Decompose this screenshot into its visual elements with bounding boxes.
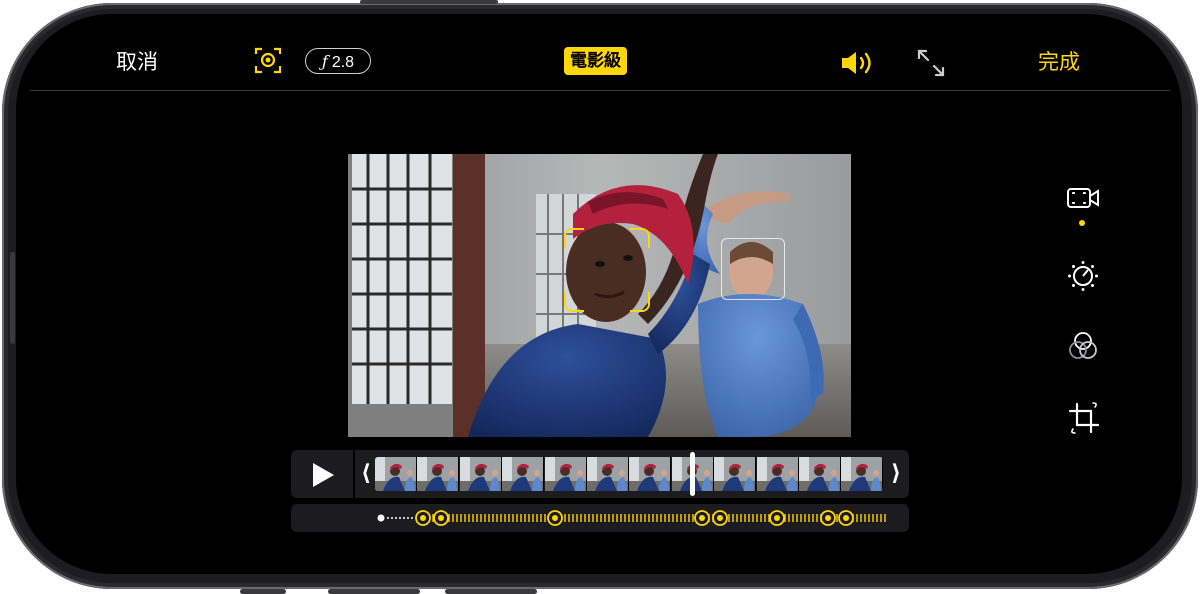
- filmstrip-frame: [375, 457, 417, 491]
- filmstrip-frame: [714, 457, 757, 491]
- focus-points-svg: [377, 510, 886, 526]
- filmstrip-frame: [587, 457, 629, 491]
- cancel-button[interactable]: 取消: [116, 46, 158, 76]
- play-button[interactable]: [291, 450, 355, 498]
- expand-icon[interactable]: [916, 48, 946, 78]
- aperture-symbol: ƒ: [321, 52, 328, 71]
- focus-dot: [391, 517, 393, 519]
- filters-icon[interactable]: [1067, 330, 1099, 362]
- focus-point-center: [825, 515, 831, 521]
- filmstrip-frame: [756, 457, 799, 491]
- screen: 取消 ƒ 2.8 電影級 完成 ⟨ ⟩: [16, 14, 1182, 574]
- done-button[interactable]: 完成: [1038, 46, 1080, 76]
- aperture-button[interactable]: ƒ 2.8: [305, 48, 371, 74]
- filmstrip-frame: [459, 457, 502, 491]
- filmstrip-frame: [544, 457, 587, 491]
- focus-dot: [395, 517, 397, 519]
- focus-point-center: [843, 515, 849, 521]
- focus-dot: [399, 517, 401, 519]
- video-preview[interactable]: [348, 154, 851, 437]
- focus-point-center: [717, 515, 723, 521]
- bottom-button-2: [328, 589, 420, 594]
- toolbar-divider: [30, 90, 1170, 91]
- crop-rotate-icon[interactable]: [1068, 402, 1100, 434]
- aperture-value: 2.8: [331, 54, 355, 71]
- filmstrip-frame: [841, 457, 883, 491]
- secondary-face-tracker[interactable]: [721, 238, 785, 300]
- filmstrip-frame: [629, 457, 672, 491]
- trim-handle-left[interactable]: ⟨: [361, 460, 371, 486]
- edit-tools-column: [1066, 174, 1102, 434]
- filmstrip-frame: [799, 457, 841, 491]
- play-icon: [313, 463, 334, 487]
- filmstrip-frame: [502, 457, 545, 491]
- clip-timeline[interactable]: ⟨ ⟩: [291, 450, 909, 498]
- focus-point-center: [420, 515, 426, 521]
- focus-target-box[interactable]: [564, 228, 650, 312]
- cinematic-mode-badge[interactable]: 電影級: [564, 47, 627, 75]
- focus-points-track[interactable]: [291, 504, 909, 532]
- focus-dot: [411, 517, 413, 519]
- speaker-icon[interactable]: [840, 50, 876, 76]
- edit-toolbar: 取消 ƒ 2.8 電影級 完成: [16, 14, 1182, 90]
- playhead[interactable]: [690, 452, 695, 496]
- trim-handle-right[interactable]: ⟩: [891, 460, 901, 486]
- focus-point-center: [438, 515, 444, 521]
- focus-dot: [407, 517, 409, 519]
- bottom-button-3: [445, 589, 537, 594]
- focus-point-center: [699, 515, 705, 521]
- focus-point-center: [552, 515, 558, 521]
- volume-up-button: [360, 0, 498, 4]
- filmstrip[interactable]: [375, 457, 883, 491]
- focus-point-center: [774, 515, 780, 521]
- focus-dot: [403, 517, 405, 519]
- left-side-button: [10, 252, 15, 344]
- focus-start-dot: [377, 514, 385, 522]
- filmstrip-frame: [417, 457, 460, 491]
- bottom-button-1: [240, 589, 286, 594]
- video-camera-icon[interactable]: [1066, 186, 1100, 210]
- selected-tool-indicator: [1079, 220, 1085, 226]
- focus-dot: [387, 517, 389, 519]
- focus-lock-icon[interactable]: [254, 46, 282, 74]
- exposure-dial-icon[interactable]: [1067, 260, 1099, 292]
